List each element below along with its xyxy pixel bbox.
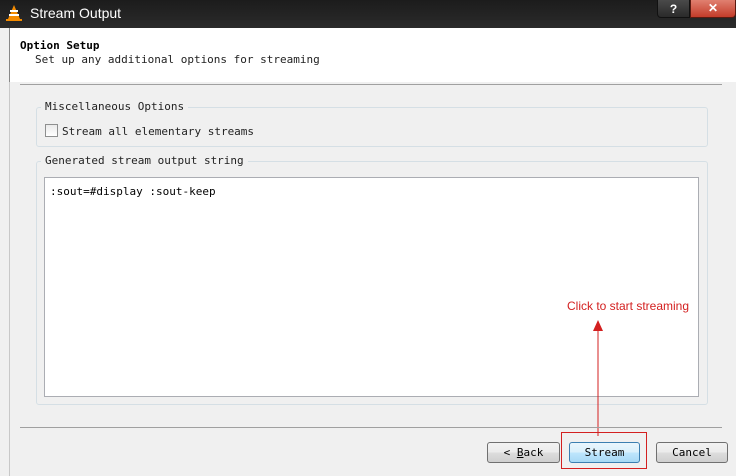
back-mnemonic: B <box>516 446 524 459</box>
help-button[interactable]: ? <box>657 0 690 18</box>
footer-divider <box>20 427 722 428</box>
cancel-button[interactable]: Cancel <box>656 442 728 463</box>
page-subtitle: Set up any additional options for stream… <box>35 53 320 66</box>
title-bar[interactable]: Stream Output ? ✕ <box>0 0 736 28</box>
vlc-cone-icon <box>6 5 22 21</box>
annotation-arrow-icon <box>593 320 603 436</box>
annotation-text: Click to start streaming <box>567 299 690 313</box>
close-button[interactable]: ✕ <box>690 0 736 18</box>
header-divider <box>20 84 722 85</box>
back-prefix: < <box>503 446 517 459</box>
back-button[interactable]: < Back <box>487 442 560 463</box>
stream-all-checkbox[interactable] <box>45 124 58 137</box>
stream-all-label[interactable]: Stream all elementary streams <box>62 125 254 138</box>
window-title: Stream Output <box>30 5 122 21</box>
output-string-label: Generated stream output string <box>41 154 248 167</box>
stream-output-dialog: Stream Output ? ✕ Option Setup Set up an… <box>0 0 736 476</box>
back-rest: ack <box>523 446 544 459</box>
misc-options-label: Miscellaneous Options <box>41 100 189 113</box>
stream-highlight-box <box>561 432 647 469</box>
frame-left-edge <box>9 82 10 476</box>
wizard-header: Option Setup Set up any additional optio… <box>9 28 736 82</box>
page-title: Option Setup <box>20 39 100 52</box>
